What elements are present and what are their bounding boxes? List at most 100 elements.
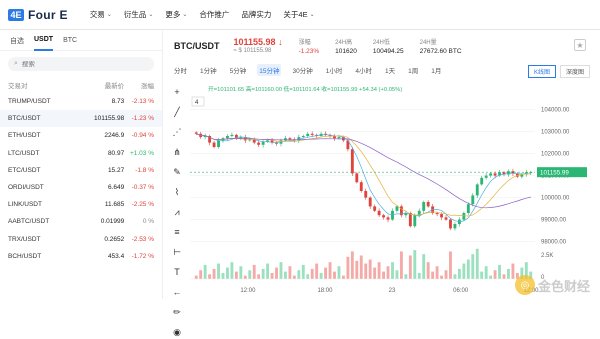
market-tab-0[interactable]: 自选 bbox=[10, 31, 24, 51]
text-icon[interactable]: T bbox=[170, 265, 184, 279]
ruler-icon[interactable]: ⌇ bbox=[170, 185, 184, 199]
stat-volume-value: 27672.60 BTC bbox=[419, 48, 462, 55]
volume-bar bbox=[333, 271, 336, 279]
nav-item-1[interactable]: 衍生品 ⌄ bbox=[124, 9, 154, 20]
chevron-down-icon: ⌄ bbox=[106, 12, 112, 18]
volume-bar bbox=[399, 251, 403, 279]
nav-item-2[interactable]: 更多 ⌄ bbox=[165, 9, 187, 20]
market-row[interactable]: ETC/USDT 15.27 -1.8 % bbox=[0, 162, 162, 179]
market-row-change: -1.8 % bbox=[135, 166, 155, 174]
interval-5[interactable]: 1小时 bbox=[324, 64, 345, 76]
market-row[interactable]: TRUMP/USDT 8.73 -2.13 % bbox=[0, 93, 162, 110]
interval-8[interactable]: 1周 bbox=[406, 64, 420, 76]
market-row-change: -0.94 % bbox=[131, 132, 155, 140]
brush-icon[interactable]: ✎ bbox=[170, 165, 184, 179]
volume-bar bbox=[511, 263, 515, 279]
pattern-icon[interactable]: ⩘ bbox=[170, 205, 184, 219]
candle bbox=[462, 213, 466, 220]
volume-bar bbox=[239, 266, 243, 279]
market-row-change: -2.25 % bbox=[131, 201, 155, 209]
nav-item-0[interactable]: 交易 ⌄ bbox=[90, 9, 112, 20]
logo[interactable]: 4E Four E bbox=[8, 8, 68, 22]
back-icon[interactable]: ← bbox=[170, 285, 184, 299]
volume-bar bbox=[444, 270, 448, 279]
market-row-price: 453.4 bbox=[107, 252, 125, 260]
candle bbox=[386, 217, 390, 220]
market-row[interactable]: ETH/USDT 2246.9 -0.94 % bbox=[0, 127, 162, 144]
market-tab-2[interactable]: BTC bbox=[63, 31, 77, 51]
header-change[interactable]: 涨幅 bbox=[124, 80, 154, 90]
stat-high-value: 101620 bbox=[335, 48, 357, 55]
candle bbox=[444, 217, 448, 220]
market-row-price: 15.27 bbox=[107, 166, 125, 174]
volume-bar bbox=[431, 271, 435, 279]
interval-7[interactable]: 1天 bbox=[383, 64, 397, 76]
candle bbox=[422, 202, 426, 211]
candle bbox=[493, 173, 497, 176]
header-price[interactable]: 最新价 bbox=[78, 80, 125, 90]
volume-bar bbox=[248, 270, 252, 279]
interval-4[interactable]: 30分钟 bbox=[290, 64, 314, 76]
interval-1[interactable]: 1分钟 bbox=[198, 64, 219, 76]
market-row-price: 0.2652 bbox=[104, 235, 125, 243]
chart-svg[interactable]: 104000.00103000.00102000.00101000.001000… bbox=[190, 81, 600, 299]
interval-6[interactable]: 4小时 bbox=[353, 64, 374, 76]
search-input[interactable] bbox=[21, 60, 132, 68]
volume-bar bbox=[212, 268, 216, 279]
market-row[interactable]: AABTC/USDT 0.01999 0 % bbox=[0, 213, 162, 230]
pencil-icon[interactable]: ✏ bbox=[170, 305, 184, 319]
fork-icon[interactable]: ⋔ bbox=[170, 145, 184, 159]
eye-icon[interactable]: ◉ bbox=[170, 325, 184, 339]
candle bbox=[364, 191, 368, 198]
market-row[interactable]: BTC/USDT 101155.98 -1.23 % bbox=[0, 110, 162, 128]
volume-bar bbox=[480, 271, 484, 279]
nav-item-3[interactable]: 合作推广 bbox=[199, 9, 229, 20]
y-tick-label: 104000.00 bbox=[541, 108, 570, 114]
ray-icon[interactable]: ⋰ bbox=[170, 125, 184, 139]
candlestick-chart[interactable]: 104000.00103000.00102000.00101000.001000… bbox=[190, 81, 600, 299]
stat-volume-label: 24H量 bbox=[419, 40, 437, 46]
logo-mark: 4E bbox=[8, 8, 24, 21]
chart-mode-1[interactable]: 深度图 bbox=[559, 65, 590, 78]
interval-3[interactable]: 15分钟 bbox=[257, 64, 282, 76]
chart-mode-0[interactable]: K线图 bbox=[527, 65, 556, 78]
interval-0[interactable]: 分时 bbox=[172, 64, 189, 76]
header-pair[interactable]: 交易对 bbox=[8, 80, 78, 90]
volume-bar bbox=[310, 268, 314, 279]
candle bbox=[426, 202, 430, 207]
volume-bar bbox=[284, 271, 287, 279]
market-row[interactable]: TRX/USDT 0.2652 -2.53 % bbox=[0, 231, 162, 248]
volume-bar bbox=[413, 250, 417, 279]
trendline-icon[interactable]: ╱ bbox=[170, 105, 184, 119]
search-box[interactable]: ⌕ bbox=[8, 57, 154, 71]
market-row[interactable]: ORDI/USDT 6.649 -0.37 % bbox=[0, 179, 162, 196]
market-row-pair: ETH/USDT bbox=[8, 132, 41, 140]
nav-item-5[interactable]: 关于4E ⌄ bbox=[283, 9, 314, 20]
candle bbox=[288, 138, 292, 140]
nav-item-4[interactable]: 品牌实力 bbox=[241, 9, 271, 20]
nav-item-label: 更多 bbox=[165, 10, 181, 19]
crosshair-icon[interactable]: + bbox=[170, 85, 184, 99]
market-row-price: 80.97 bbox=[107, 149, 125, 157]
candle bbox=[449, 219, 452, 229]
candle bbox=[257, 142, 261, 145]
volume-bar bbox=[301, 264, 305, 279]
candle bbox=[475, 184, 479, 196]
market-tab-1[interactable]: USDT bbox=[34, 31, 54, 51]
candle bbox=[377, 210, 381, 216]
volume-bar bbox=[426, 262, 430, 279]
measure-icon[interactable]: ⊢ bbox=[170, 245, 184, 259]
volume-bar bbox=[226, 267, 229, 279]
ohlc-legend: 开=101101.65 高=101160.00 低=101101.64 收=10… bbox=[208, 85, 402, 93]
market-row[interactable]: LINK/USDT 11.685 -2.25 % bbox=[0, 196, 162, 213]
stat-low-value: 100494.25 bbox=[372, 48, 404, 55]
fib-icon[interactable]: ≡ bbox=[170, 225, 184, 239]
market-row[interactable]: BCH/USDT 453.4 -1.72 % bbox=[0, 248, 162, 265]
volume-bar bbox=[234, 271, 238, 279]
favorite-star-icon[interactable]: ★ bbox=[574, 39, 586, 51]
candle bbox=[453, 224, 457, 229]
interval-9[interactable]: 1月 bbox=[429, 64, 443, 76]
nav-item-label: 交易 bbox=[89, 10, 105, 19]
interval-2[interactable]: 5分钟 bbox=[228, 64, 249, 76]
market-row[interactable]: LTC/USDT 80.97 +1.03 % bbox=[0, 145, 162, 162]
